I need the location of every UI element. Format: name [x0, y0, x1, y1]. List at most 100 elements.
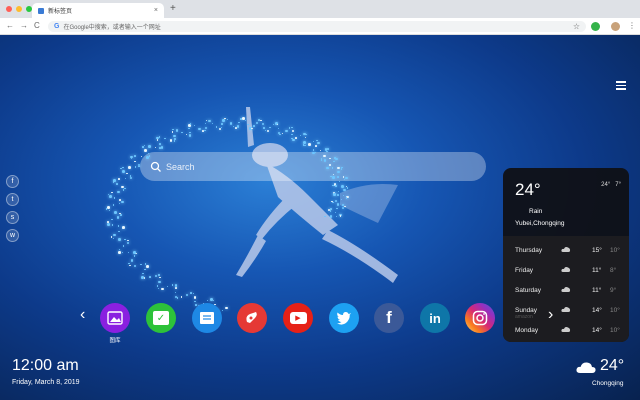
- search-input[interactable]: [166, 161, 466, 172]
- app-facebook-button[interactable]: f: [374, 303, 404, 333]
- sparkle-particle: [345, 197, 348, 199]
- sparkle-particle: [126, 172, 128, 175]
- sparkle-particle: [305, 133, 307, 136]
- profile-avatar[interactable]: [611, 22, 620, 31]
- tab-favicon-icon: [38, 7, 44, 14]
- sparkle-particle: [157, 287, 160, 290]
- sparkle-particle: [154, 274, 158, 278]
- sparkle-particle: [166, 285, 169, 288]
- sparkle-particle: [107, 223, 110, 226]
- app-tasks-button[interactable]: ✓: [146, 303, 176, 333]
- sparkle-particle: [140, 155, 143, 158]
- sparkle-particle: [116, 216, 120, 219]
- sparkle-particle: [204, 129, 206, 132]
- sparkle-particle: [337, 176, 339, 178]
- sparkle-particle: [260, 119, 262, 122]
- forecast-high: 14°: [592, 307, 602, 314]
- sparkle-particle: [332, 184, 334, 187]
- sparkle-particle: [173, 140, 176, 142]
- cloud-icon: [576, 362, 596, 373]
- app-gallery-button[interactable]: [100, 303, 130, 333]
- sparkle-particle: [142, 272, 144, 275]
- rain-cloud-icon: [561, 327, 571, 332]
- new-tab-button[interactable]: +: [170, 3, 176, 15]
- dock-next-button[interactable]: ›: [548, 307, 553, 323]
- sparkle-particle: [134, 160, 136, 163]
- app-linkedin-button[interactable]: in: [420, 303, 450, 333]
- checklist-icon: ✓: [153, 311, 169, 325]
- sparkle-particle: [295, 137, 297, 139]
- sparkle-particle: [129, 176, 133, 180]
- sparkle-particle: [333, 160, 335, 163]
- sparkle-particle: [120, 214, 122, 216]
- rain-cloud-icon: [561, 267, 571, 272]
- sparkle-particle: [154, 146, 157, 149]
- search-bar[interactable]: [140, 152, 486, 181]
- sparkle-particle: [144, 263, 147, 265]
- sparkle-particle: [158, 136, 161, 138]
- app-youtube-button[interactable]: ▶: [283, 303, 313, 333]
- app-instagram-button[interactable]: [465, 303, 495, 333]
- menu-icon[interactable]: [616, 81, 626, 90]
- sparkle-particle: [156, 285, 159, 287]
- sparkle-particle: [173, 134, 176, 138]
- sparkle-particle: [190, 292, 192, 294]
- sparkle-particle: [118, 251, 121, 254]
- sparkle-particle: [111, 224, 114, 226]
- sparkle-particle: [341, 185, 344, 188]
- app-games-button[interactable]: [237, 303, 267, 333]
- sparkle-particle: [193, 124, 196, 127]
- minimize-window-button[interactable]: [16, 6, 22, 12]
- browser-menu-icon[interactable]: ⋮: [628, 21, 636, 31]
- wallpaper-figure-image: [236, 107, 398, 283]
- search-icon: [150, 161, 161, 172]
- forecast-day: Friday: [515, 267, 534, 274]
- sparkle-particle: [126, 241, 129, 245]
- sparkle-particle: [225, 306, 228, 310]
- instagram-icon: [472, 310, 488, 326]
- forecast-low: 10°: [610, 247, 620, 254]
- forecast-high: 11°: [592, 267, 602, 274]
- extension-icon[interactable]: [591, 22, 600, 31]
- forecast-low: 8°: [610, 267, 617, 274]
- back-button[interactable]: ←: [6, 21, 14, 31]
- close-window-button[interactable]: [6, 6, 12, 12]
- reload-button[interactable]: C: [34, 21, 40, 31]
- sparkle-particle: [222, 119, 225, 122]
- sparkle-particle: [206, 299, 209, 302]
- forecast-high: 15°: [592, 247, 602, 254]
- bookmark-star-icon[interactable]: ☆: [573, 21, 580, 32]
- forward-button[interactable]: →: [20, 21, 28, 31]
- sparkle-particle: [171, 131, 174, 133]
- sparkle-particle: [323, 154, 326, 158]
- app-notes-button[interactable]: [192, 303, 222, 333]
- forecast-day: Thursday: [515, 247, 543, 254]
- app-twitter-button[interactable]: [329, 303, 359, 333]
- sparkle-particle: [122, 226, 125, 229]
- tab-new-tab[interactable]: 新标签页 ×: [32, 3, 164, 18]
- rain-cloud-icon: [561, 247, 571, 252]
- facebook-icon[interactable]: f: [6, 175, 19, 188]
- weather-panel: 24° 24° 7° Rain Yubei,Chongqing Thursday…: [503, 168, 629, 342]
- forecast-low: 9°: [610, 287, 617, 294]
- address-bar[interactable]: G 在Google中搜索，或者输入一个网址 ☆: [48, 21, 586, 32]
- snapchat-icon[interactable]: s: [6, 211, 19, 224]
- sparkle-particle: [238, 121, 240, 124]
- browser-toolbar: ← → C G 在Google中搜索，或者输入一个网址 ☆ ⋮: [0, 18, 640, 35]
- sparkle-particle: [118, 248, 121, 251]
- twitter-icon[interactable]: t: [6, 193, 19, 206]
- sparkle-particle: [107, 221, 109, 223]
- wechat-icon[interactable]: w: [6, 229, 19, 242]
- sparkle-particle: [118, 202, 120, 204]
- sparkle-particle: [171, 284, 174, 286]
- sparkle-particle: [111, 191, 113, 194]
- forecast-day: Saturday: [515, 287, 542, 294]
- sparkle-particle: [124, 187, 126, 190]
- tab-close-icon[interactable]: ×: [154, 7, 158, 14]
- dock-prev-button[interactable]: ‹: [80, 307, 85, 323]
- sparkle-particle: [111, 218, 113, 221]
- notes-icon: [200, 312, 214, 324]
- app-gallery-label: 图库: [109, 338, 121, 344]
- sparkle-particle: [317, 141, 320, 145]
- sparkle-particle: [336, 207, 338, 210]
